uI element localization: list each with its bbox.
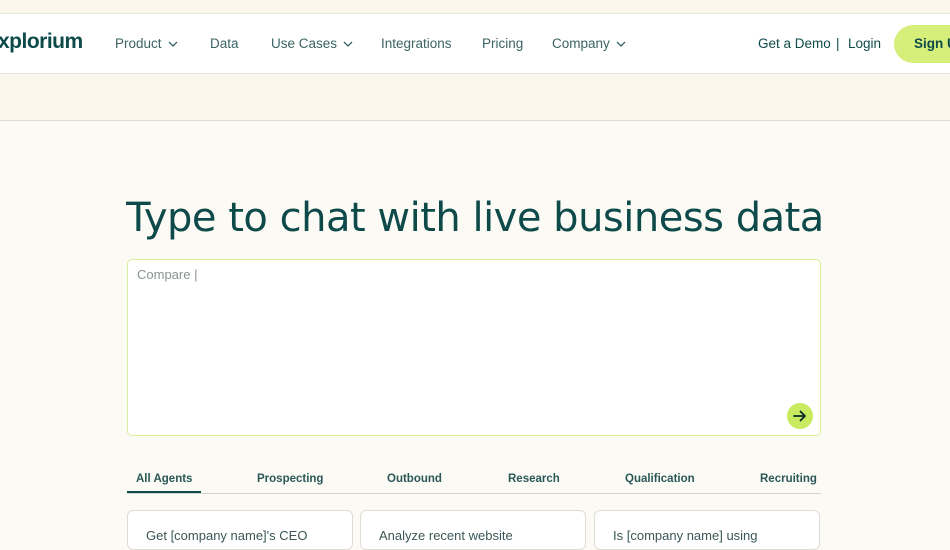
tab-recruiting[interactable]: Recruiting: [760, 473, 817, 485]
nav-data[interactable]: Data: [210, 36, 239, 51]
tab-qualification[interactable]: Qualification: [625, 473, 695, 485]
nav-separator: |: [836, 36, 840, 51]
prompt-card[interactable]: Is [company name] using: [594, 510, 820, 550]
nav-use-cases[interactable]: Use Cases: [271, 36, 353, 51]
nav-product-label: Product: [115, 36, 162, 51]
nav-pricing-label: Pricing: [482, 36, 524, 51]
prompt-card[interactable]: Analyze recent website: [360, 510, 586, 550]
top-strip: [0, 0, 950, 14]
nav-product[interactable]: Product: [115, 36, 178, 51]
chevron-down-icon: [616, 41, 626, 47]
tab-research[interactable]: Research: [508, 473, 560, 485]
nav-pricing[interactable]: Pricing: [482, 36, 523, 51]
signup-button[interactable]: Sign Up: [894, 25, 950, 63]
chevron-down-icon: [168, 41, 177, 47]
get-demo-link[interactable]: Get a Demo: [758, 36, 831, 51]
chat-input[interactable]: [137, 267, 777, 282]
nav-data-label: Data: [210, 36, 239, 51]
chat-box: [127, 259, 821, 436]
send-button[interactable]: [787, 403, 813, 429]
nav-company[interactable]: Company: [552, 36, 626, 51]
agent-tabs: All Agents Prospecting Outbound Research…: [127, 467, 821, 494]
login-link[interactable]: Login: [848, 36, 881, 51]
tab-outbound[interactable]: Outbound: [387, 473, 442, 485]
prompt-card[interactable]: Get [company name]'s CEO: [127, 510, 353, 550]
nav-use-cases-label: Use Cases: [271, 36, 338, 51]
logo[interactable]: xplorium: [0, 30, 83, 54]
navbar: xplorium Product Data Use Cases Integrat…: [0, 14, 950, 74]
chevron-down-icon: [343, 41, 353, 47]
nav-company-label: Company: [552, 36, 610, 51]
arrow-right-icon: [793, 410, 806, 422]
nav-integrations-label: Integrations: [381, 36, 452, 51]
page-title: Type to chat with live business data: [126, 195, 824, 241]
tab-all-agents[interactable]: All Agents: [127, 473, 202, 493]
nav-integrations[interactable]: Integrations: [381, 36, 452, 51]
tab-prospecting[interactable]: Prospecting: [257, 473, 323, 485]
sub-bar: [0, 75, 950, 121]
